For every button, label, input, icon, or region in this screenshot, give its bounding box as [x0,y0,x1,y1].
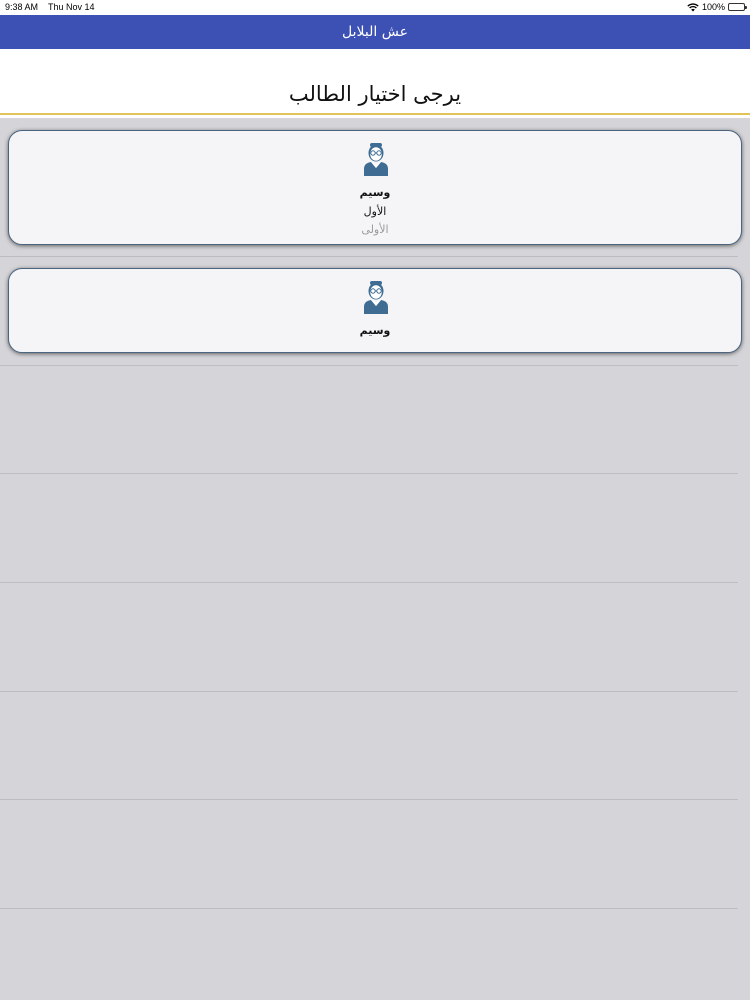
student-avatar-icon [364,143,388,176]
battery-percent: 100% [701,2,725,12]
page-title: يرجى اختيار الطالب [288,82,462,106]
student-grade: الأول [363,205,387,218]
student-avatar-icon [364,281,388,314]
battery-icon [728,3,747,11]
table-row [0,474,738,583]
table-row [0,800,738,909]
header-area: يرجى اختيار الطالب [0,49,750,115]
student-card[interactable]: وسيم [8,268,742,353]
table-row [0,583,738,692]
student-name: وسيم [359,324,391,337]
nav-title: عش البلابل [342,24,408,40]
nav-bar: عش البلابل [0,15,750,49]
status-time: 9:38 AM [5,2,39,12]
status-bar: 9:38 AM Thu Nov 14 100% [0,0,750,15]
wifi-icon [687,2,699,11]
student-card[interactable]: وسيم الأول الأولى [8,130,742,245]
status-indicators: 100% [687,2,747,12]
status-date: Thu Nov 14 [48,2,95,12]
student-name: وسيم [359,186,391,199]
student-class: الأولى [361,223,389,236]
table-row [0,692,738,800]
table-row [0,366,738,474]
